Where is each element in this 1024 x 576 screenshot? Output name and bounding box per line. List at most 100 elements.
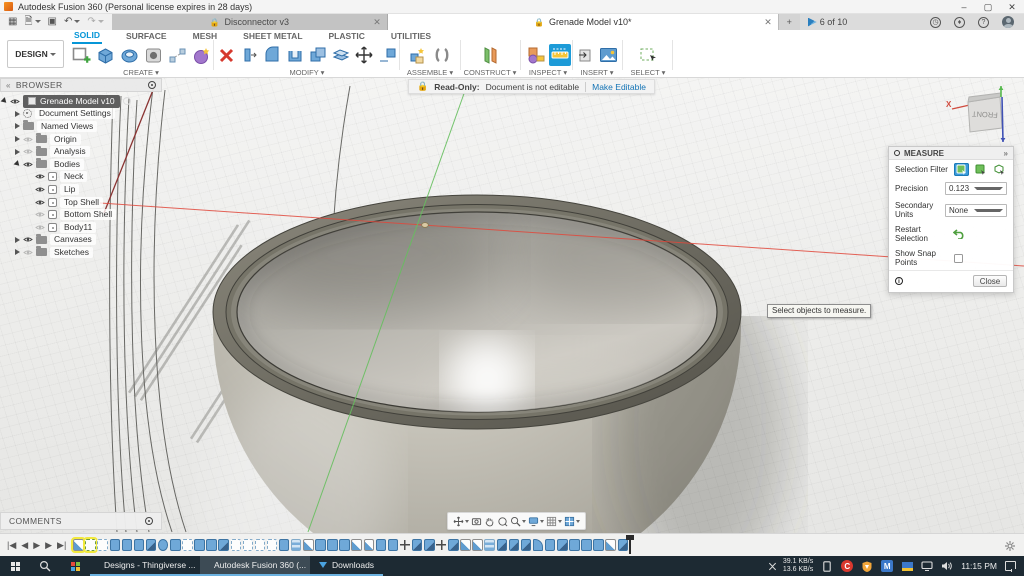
taskbar-clock[interactable]: 11:15 PM xyxy=(961,561,997,571)
restart-selection-icon[interactable] xyxy=(953,229,965,239)
timeline-feature-plates[interactable] xyxy=(484,539,495,551)
timeline-feature-body[interactable] xyxy=(569,539,580,551)
timeline-feature-body[interactable] xyxy=(327,539,338,551)
create-group-label[interactable]: CREATE ▾ xyxy=(123,68,159,77)
comments-bar[interactable]: COMMENTS xyxy=(0,512,162,530)
tree-item-bodies[interactable]: Bodies xyxy=(2,158,162,171)
timeline-feature-body-cut[interactable] xyxy=(412,539,423,551)
view-cube[interactable]: X FRONT xyxy=(944,80,1024,150)
tab-surface[interactable]: SURFACE xyxy=(124,30,169,43)
display-app-icon[interactable] xyxy=(901,560,913,572)
job-status[interactable]: 6 of 10 xyxy=(800,14,856,30)
timeline-feature-body-cut[interactable] xyxy=(618,539,629,551)
timeline-feature-canvas[interactable] xyxy=(605,539,616,551)
close-window-button[interactable]: ✕ xyxy=(1000,0,1024,14)
redo-icon[interactable]: ↷ xyxy=(87,14,103,30)
combine-icon[interactable] xyxy=(308,45,328,65)
timeline-feature-body[interactable] xyxy=(593,539,604,551)
new-component-icon[interactable] xyxy=(408,45,429,66)
orbit-tool-icon[interactable] xyxy=(453,516,469,527)
hole-icon[interactable] xyxy=(143,45,164,66)
timeline-feature-canvas[interactable] xyxy=(303,539,314,551)
timeline-feature-move[interactable] xyxy=(436,539,447,551)
pattern-icon[interactable] xyxy=(167,45,188,66)
timeline-feature-body[interactable] xyxy=(110,539,121,551)
show-snap-points-checkbox[interactable] xyxy=(954,254,963,263)
app-grid-icon[interactable]: ▦ xyxy=(8,14,17,30)
tab-utilities[interactable]: UTILITIES xyxy=(389,30,433,43)
display-settings-icon[interactable] xyxy=(528,516,544,527)
shield-icon[interactable] xyxy=(861,560,873,572)
create-sketch-icon[interactable] xyxy=(71,45,92,66)
inspect-group-label[interactable]: INSPECT ▾ xyxy=(529,68,567,77)
tree-item-document-settings[interactable]: Document Settings xyxy=(2,108,162,121)
timeline-feature-body-cut[interactable] xyxy=(218,539,229,551)
timeline-settings-gear-icon[interactable] xyxy=(1004,539,1016,557)
timeline-feature-sphere[interactable] xyxy=(158,539,169,551)
ccleaner-icon[interactable]: C xyxy=(841,560,853,572)
timeline-feature-body-cut[interactable] xyxy=(424,539,435,551)
timeline-feature-body-cut[interactable] xyxy=(521,539,532,551)
delete-icon[interactable] xyxy=(217,46,236,65)
taskbar-app-downloads[interactable]: Downloads xyxy=(310,556,383,576)
collapse-panel-icon[interactable]: « xyxy=(6,81,11,90)
file-menu-icon[interactable]: 🗎 xyxy=(24,14,40,30)
timeline-feature-canvas[interactable] xyxy=(472,539,483,551)
timeline-feature-body[interactable] xyxy=(170,539,181,551)
tree-item-named-views[interactable]: Named Views xyxy=(2,120,162,133)
user-avatar[interactable] xyxy=(1002,16,1014,28)
play-button[interactable]: ▶ xyxy=(33,540,40,551)
tree-item-bottom-shell[interactable]: Bottom Shell xyxy=(2,208,162,221)
measure-tool-icon-active[interactable] xyxy=(549,44,571,66)
filter-face-button[interactable] xyxy=(954,163,969,176)
align-icon[interactable] xyxy=(377,45,397,65)
timeline-feature-body[interactable] xyxy=(206,539,217,551)
grid-settings-icon[interactable] xyxy=(546,516,562,527)
timeline-feature-body-cut[interactable] xyxy=(509,539,520,551)
tab-solid[interactable]: SOLID xyxy=(72,29,102,44)
free-orbit-icon[interactable] xyxy=(497,516,508,527)
tree-item-canvases[interactable]: Canvases xyxy=(2,234,162,247)
timeline-feature-sketch[interactable] xyxy=(243,539,254,551)
timeline-feature-body[interactable] xyxy=(194,539,205,551)
construct-group-label[interactable]: CONSTRUCT ▾ xyxy=(464,68,517,77)
timeline-feature-h-canvas[interactable] xyxy=(73,539,84,551)
measure-close-button[interactable]: Close xyxy=(973,275,1007,287)
pan-tool-icon[interactable] xyxy=(484,516,495,527)
tab-plastic[interactable]: PLASTIC xyxy=(327,30,367,43)
help-icon[interactable]: ? xyxy=(978,17,989,28)
timeline-feature-body[interactable] xyxy=(339,539,350,551)
insert-image-icon[interactable] xyxy=(598,45,619,66)
tree-item-body11[interactable]: Body11 xyxy=(2,221,162,234)
timeline-feature-body-cut[interactable] xyxy=(557,539,568,551)
move-icon[interactable] xyxy=(354,45,374,65)
tree-item-root[interactable]: Grenade Model v10 xyxy=(2,95,162,108)
info-icon[interactable]: i xyxy=(895,277,903,285)
timeline-feature-body-cut[interactable] xyxy=(497,539,508,551)
secondary-units-select[interactable]: None xyxy=(945,204,1007,217)
timeline-feature-body[interactable] xyxy=(122,539,133,551)
undo-icon[interactable]: ↶ xyxy=(64,14,80,30)
insert-icon[interactable] xyxy=(575,45,595,65)
timeline-playhead[interactable] xyxy=(629,535,631,554)
taskbar-store-button[interactable] xyxy=(60,556,90,576)
go-to-start-button[interactable]: |◀ xyxy=(7,540,16,551)
save-icon[interactable]: ▣ xyxy=(48,14,57,30)
create-form-icon[interactable] xyxy=(191,45,212,66)
tab-disconnector[interactable]: 🔒 Disconnector v3 ✕ xyxy=(112,14,388,30)
precision-select[interactable]: 0.123 xyxy=(945,182,1007,195)
tray-overflow-icon[interactable] xyxy=(770,561,775,572)
press-pull-icon[interactable] xyxy=(239,45,259,65)
insert-group-label[interactable]: INSERT ▾ xyxy=(580,68,613,77)
timeline-feature-canvas[interactable] xyxy=(364,539,375,551)
tree-item-neck[interactable]: Neck xyxy=(2,171,162,184)
tree-item-top-shell[interactable]: Top Shell xyxy=(2,196,162,209)
tab-mesh[interactable]: MESH xyxy=(191,30,220,43)
panel-options-icon[interactable] xyxy=(145,517,153,525)
minimize-button[interactable]: – xyxy=(952,0,976,14)
fillet-icon[interactable] xyxy=(262,45,282,65)
modify-group-label[interactable]: MODIFY ▾ xyxy=(290,68,325,77)
taskbar-app-fusion[interactable]: Autodesk Fusion 360 (... xyxy=(200,556,310,576)
timeline-feature-body-cut[interactable] xyxy=(146,539,157,551)
taskbar-search-button[interactable] xyxy=(30,556,60,576)
